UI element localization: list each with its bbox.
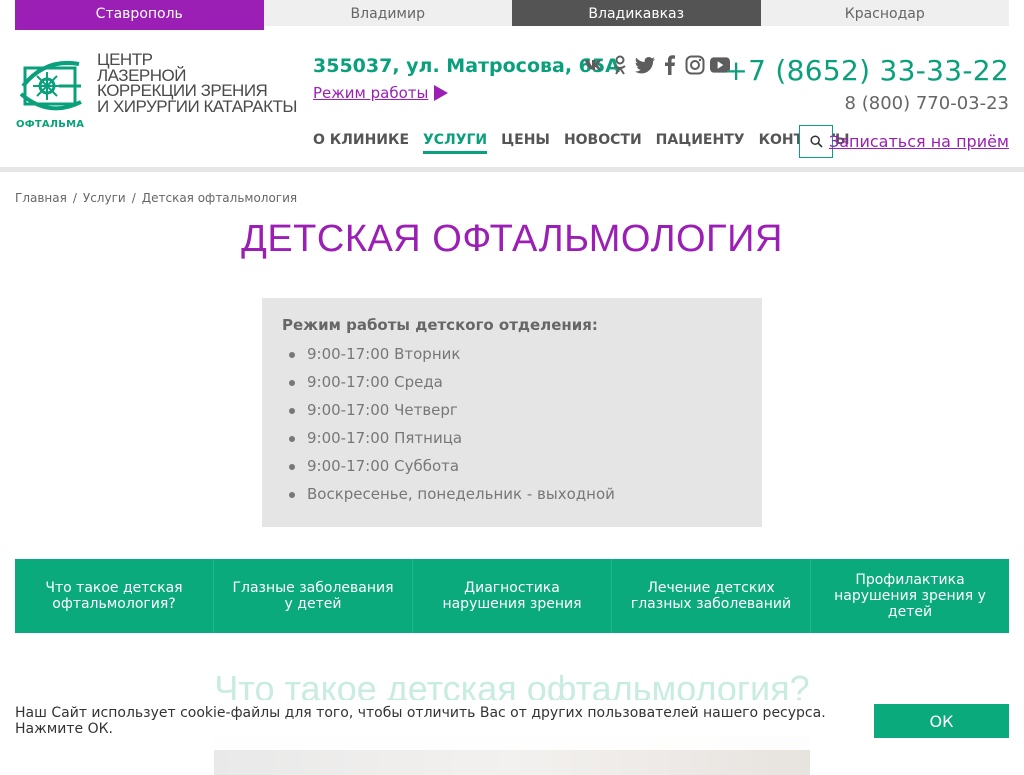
play-arrow-icon: [434, 85, 449, 101]
nav-item-clinic[interactable]: О клинике: [313, 132, 409, 154]
page-title: ДЕТСКАЯ ОФТАЛЬМОЛОГИЯ: [241, 218, 783, 260]
schedule-title: Режим работы детского отделения:: [282, 316, 598, 334]
cookie-ok-button[interactable]: ОК: [874, 704, 1009, 738]
schedule-item: 9:00-17:00 Четверг: [282, 396, 742, 424]
tab-diseases[interactable]: Глазные заболевания у детей: [214, 559, 413, 633]
tab-what-is[interactable]: Что такое детская офтальмология?: [15, 559, 214, 633]
working-hours-link[interactable]: Режим работы: [313, 84, 449, 102]
schedule-item: 9:00-17:00 Суббота: [282, 452, 742, 480]
nav-item-prices[interactable]: Цены: [501, 132, 550, 154]
city-tab-krasnodar[interactable]: Краснодар: [760, 0, 1009, 26]
cookie-message: Наш Сайт использует cookie-файлы для тог…: [15, 705, 826, 737]
nav-item-news[interactable]: Новости: [564, 132, 642, 154]
logo[interactable]: ОФТАЛЬМА Центр лазерной коррекции зрения…: [15, 51, 297, 132]
instagram-icon[interactable]: [685, 54, 705, 76]
phone-free[interactable]: 8 (800) 770-03-23: [845, 93, 1009, 114]
tab-prevention[interactable]: Профилактика нарушения зрения у детей: [811, 559, 1009, 633]
city-selector: Ставрополь Владимир Владикавказ Краснода…: [15, 0, 1009, 26]
logo-text: Центр лазерной коррекции зрения и хирург…: [97, 51, 297, 116]
logo-caption: ОФТАЛЬМА: [16, 119, 85, 130]
schedule-list: 9:00-17:00 Вторник 9:00-17:00 Среда 9:00…: [282, 340, 742, 508]
city-tab-vladimir[interactable]: Владимир: [263, 0, 512, 26]
header-divider: [0, 167, 1024, 172]
schedule-item: 9:00-17:00 Пятница: [282, 424, 742, 452]
phone-main[interactable]: +7 (8652) 33-33-22: [724, 54, 1009, 87]
children-department-schedule: Режим работы детского отделения: 9:00-17…: [262, 298, 762, 527]
breadcrumb-services[interactable]: Услуги: [83, 191, 126, 205]
cookie-banner: Наш Сайт использует cookie-файлы для тог…: [0, 700, 1024, 750]
search-icon: [809, 135, 823, 148]
nav-item-services[interactable]: Услуги: [423, 132, 488, 154]
search-button[interactable]: [799, 125, 833, 158]
tab-diagnostics[interactable]: Диагностика нарушения зрения: [413, 559, 612, 633]
appointment-link[interactable]: Записаться на приём: [829, 132, 1009, 151]
city-tab-vladikavkaz[interactable]: Владикавказ: [512, 0, 761, 26]
city-tab-stavropol[interactable]: Ставрополь: [15, 0, 264, 26]
logo-mark-icon: [19, 61, 82, 111]
schedule-item: 9:00-17:00 Среда: [282, 368, 742, 396]
twitter-icon[interactable]: [635, 54, 655, 76]
section-tabs: Что такое детская офтальмология? Глазные…: [15, 559, 1009, 633]
vk-icon[interactable]: [585, 54, 605, 76]
logo-line: и хирургии катаракты: [97, 96, 297, 116]
social-links: [585, 54, 730, 76]
working-hours-label: Режим работы: [313, 84, 429, 102]
clinic-address: 355037, ул. Матросова, 65А: [313, 55, 620, 77]
breadcrumb-home[interactable]: Главная: [15, 191, 67, 205]
nav-item-patient[interactable]: Пациенту: [656, 132, 745, 154]
tab-treatment[interactable]: Лечение детских глазных заболеваний: [612, 559, 811, 633]
breadcrumb: Главная / Услуги / Детская офтальмология: [15, 191, 297, 205]
odnoklassniki-icon[interactable]: [610, 54, 630, 76]
breadcrumb-separator: /: [72, 191, 77, 205]
main-nav: О клинике Услуги Цены Новости Пациенту К…: [313, 132, 850, 154]
breadcrumb-separator: /: [131, 191, 136, 205]
breadcrumb-current: Детская офтальмология: [141, 191, 298, 205]
active-city-indicator: [15, 26, 264, 30]
schedule-item: Воскресенье, понедельник - выходной: [282, 480, 742, 508]
facebook-icon[interactable]: [660, 54, 680, 76]
schedule-item: 9:00-17:00 Вторник: [282, 340, 742, 368]
